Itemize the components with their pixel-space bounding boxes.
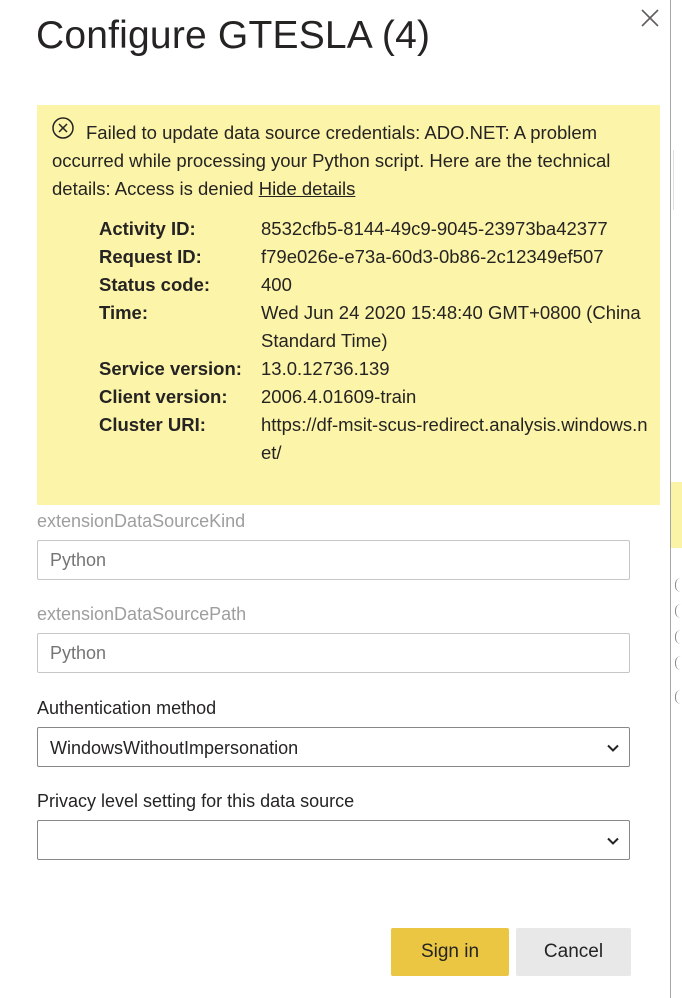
sign-in-button[interactable]: Sign in <box>391 928 509 976</box>
detail-key: Activity ID: <box>99 218 196 239</box>
auth-method-value: WindowsWithoutImpersonation <box>50 738 299 758</box>
background-link <box>675 630 682 644</box>
background-link <box>675 656 682 670</box>
dialog-title: Configure GTESLA (4) <box>36 14 431 57</box>
configure-dialog: Configure GTESLA (4) Failed to update da… <box>0 0 670 998</box>
detail-value: 8532cfb5-8144-49c9-9045-23973ba42377 <box>261 218 608 239</box>
error-message: Failed to update data source credentials… <box>52 119 648 203</box>
close-icon <box>641 9 659 27</box>
detail-row-activity-id: Activity ID: 8532cfb5-8144-49c9-9045-239… <box>99 215 655 243</box>
privacy-level-select[interactable] <box>37 820 630 860</box>
cancel-button[interactable]: Cancel <box>516 928 631 976</box>
error-banner: Failed to update data source credentials… <box>37 105 660 505</box>
detail-key: Status code: <box>99 274 211 295</box>
detail-value: 400 <box>261 274 292 295</box>
auth-method-select[interactable]: WindowsWithoutImpersonation <box>37 727 630 767</box>
detail-row-client-version: Client version: 2006.4.01609-train <box>99 383 655 411</box>
detail-value: Wed Jun 24 2020 15:48:40 GMT+0800 (China… <box>261 302 641 351</box>
path-field[interactable] <box>37 633 630 673</box>
path-label: extensionDataSourcePath <box>37 604 247 624</box>
detail-value: f79e026e-e73a-60d3-0b86-2c12349ef507 <box>261 246 604 267</box>
detail-key: Client version: <box>99 386 228 407</box>
detail-row-time: Time: Wed Jun 24 2020 15:48:40 GMT+0800 … <box>99 299 655 355</box>
background-link <box>675 690 682 704</box>
screen: Configure GTESLA (4) Failed to update da… <box>0 0 682 998</box>
detail-row-status-code: Status code: 400 <box>99 271 655 299</box>
background-banner-edge <box>671 482 682 548</box>
hide-details-link[interactable]: Hide details <box>259 178 356 199</box>
background-link <box>675 604 682 618</box>
background-link <box>675 578 682 592</box>
detail-key: Service version: <box>99 358 242 379</box>
privacy-level-label: Privacy level setting for this data sour… <box>37 791 355 811</box>
detail-row-service-version: Service version: 13.0.12736.139 <box>99 355 655 383</box>
detail-row-request-id: Request ID: f79e026e-e73a-60d3-0b86-2c12… <box>99 243 655 271</box>
detail-value: 13.0.12736.139 <box>261 358 390 379</box>
detail-key: Cluster URI: <box>99 414 206 435</box>
kind-label: extensionDataSourceKind <box>37 511 246 531</box>
detail-key: Time: <box>99 302 149 323</box>
auth-method-label: Authentication method <box>37 698 217 718</box>
error-details: Activity ID: 8532cfb5-8144-49c9-9045-239… <box>99 215 655 467</box>
chevron-down-icon <box>607 837 619 845</box>
kind-field[interactable] <box>37 540 630 580</box>
close-button[interactable] <box>638 6 662 30</box>
detail-key: Request ID: <box>99 246 202 267</box>
chevron-down-icon <box>607 744 619 752</box>
background-panel-edge <box>673 150 682 210</box>
detail-value: https://df-msit-scus-redirect.analysis.w… <box>261 414 648 463</box>
detail-row-cluster-uri: Cluster URI: https://df-msit-scus-redire… <box>99 411 655 467</box>
background-page <box>670 0 682 998</box>
detail-value: 2006.4.01609-train <box>261 386 417 407</box>
